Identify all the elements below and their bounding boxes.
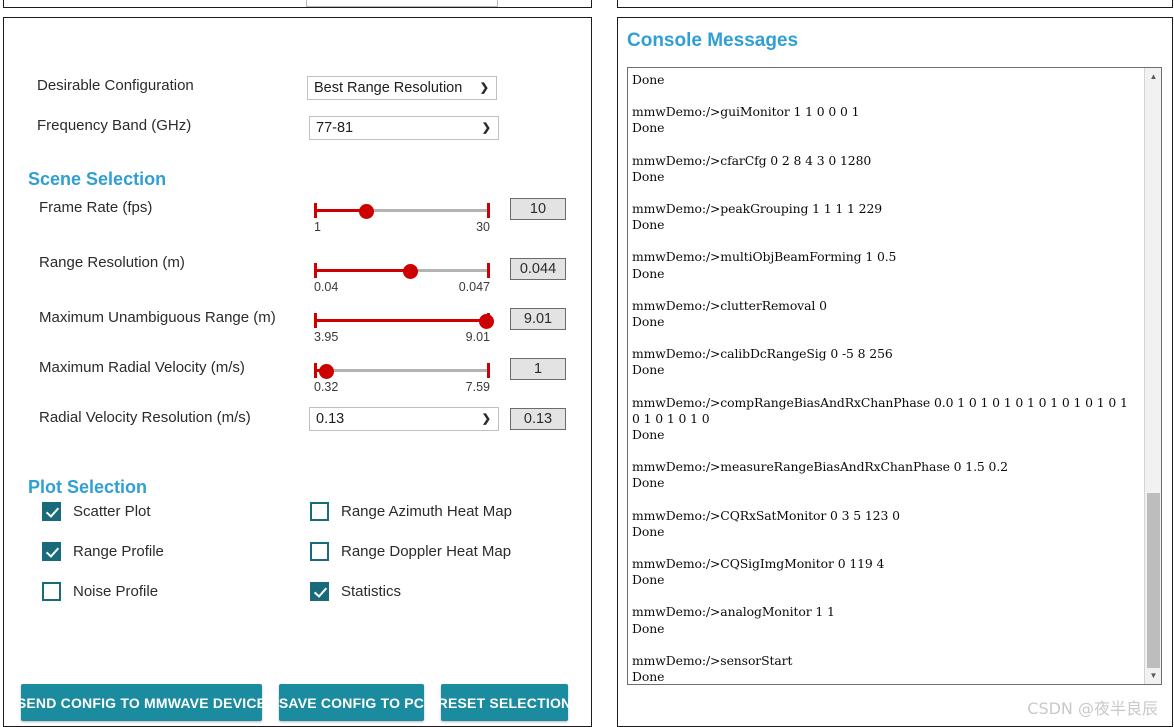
frequency-band-label: Frequency Band (GHz) (37, 117, 192, 134)
slider-min-cap (314, 363, 317, 378)
radial-velocity-resolution-value: 0.13 (510, 408, 566, 430)
reset-selection-button[interactable]: RESET SELECTION (438, 684, 571, 721)
app-window: Desirable Configuration Best Range Resol… (0, 0, 1174, 727)
top-cutoff-select[interactable] (306, 0, 498, 7)
console-line-block: mmwDemo:/>measureRangeBiasAndRxChanPhase… (632, 459, 1008, 491)
frame-rate-slider[interactable]: 1 30 (314, 198, 490, 234)
console-line-block: Done (632, 72, 665, 87)
slider-max-cap (487, 203, 490, 218)
slider-max-label: 9.01 (465, 330, 490, 344)
checkbox-statistics[interactable]: Statistics (310, 582, 401, 601)
console-scrollbar[interactable]: ▲ ▼ (1144, 68, 1161, 684)
console-line-block: mmwDemo:/>CQRxSatMonitor 0 3 5 123 0 Don… (632, 507, 900, 539)
configuration-panel: Desirable Configuration Best Range Resol… (3, 17, 592, 727)
checkbox-label: Noise Profile (73, 583, 159, 600)
desirable-configuration-value: Best Range Resolution (314, 80, 463, 96)
slider-handle[interactable] (403, 263, 419, 279)
console-output-text: Done mmwDemo:/>guiMonitor 1 1 0 0 0 1 Don… (632, 72, 1137, 685)
console-line-block: mmwDemo:/>compRangeBiasAndRxChanPhase 0.… (632, 394, 1128, 443)
top-cutoff-panel-left (3, 0, 592, 8)
checkbox-label: Statistics (341, 583, 402, 600)
radial-velocity-resolution-selected: 0.13 (316, 411, 345, 427)
watermark: CSDN @夜半良辰 (1027, 699, 1158, 718)
scene-selection-title: Scene Selection (28, 169, 167, 189)
desirable-configuration-label: Desirable Configuration (37, 77, 194, 94)
checkbox-icon[interactable] (310, 502, 329, 521)
slider-handle[interactable] (478, 313, 494, 329)
slider-max-label: 0.047 (458, 280, 490, 294)
range-resolution-slider[interactable]: 0.04 0.047 (314, 258, 490, 294)
slider-handle[interactable] (359, 203, 375, 219)
checkbox-icon[interactable] (310, 542, 329, 561)
slider-fill (314, 319, 487, 322)
checkbox-label: Range Profile (73, 543, 164, 560)
slider-max-cap (487, 363, 490, 378)
slider-handle[interactable] (318, 363, 334, 379)
console-line-block: mmwDemo:/>CQSigImgMonitor 0 119 4 Done (632, 556, 885, 588)
chevron-down-icon: ❯ (479, 82, 489, 94)
console-line-block: mmwDemo:/>multiObjBeamForming 1 0.5 Done (632, 249, 897, 281)
radial-velocity-resolution-label: Radial Velocity Resolution (m/s) (39, 409, 251, 426)
slider-min-label: 1 (314, 220, 321, 234)
console-messages-title: Console Messages (627, 30, 799, 51)
maximum-unambiguous-range-value: 9.01 (510, 308, 566, 330)
frame-rate-value: 10 (510, 198, 566, 220)
console-line-block: mmwDemo:/>cfarCfg 0 2 8 4 3 0 1280 Done (632, 152, 872, 184)
frequency-band-value: 77-81 (316, 120, 354, 136)
checkbox-icon[interactable] (42, 582, 61, 601)
console-line-block: mmwDemo:/>clutterRemoval 0 Done (632, 297, 827, 330)
maximum-unambiguous-range-slider[interactable]: 3.95 9.01 (314, 308, 494, 344)
console-panel: Console Messages Done mmwDemo:/>guiMonito… (617, 17, 1173, 727)
maximum-unambiguous-range-label: Maximum Unambiguous Range (m) (39, 309, 276, 326)
checkbox-scatter-plot[interactable]: Scatter Plot (42, 502, 151, 521)
maximum-radial-velocity-slider[interactable]: 0.32 7.59 (314, 358, 490, 394)
frame-rate-label: Frame Rate (fps) (39, 199, 153, 216)
top-cutoff-panel-right (617, 0, 1173, 8)
slider-track (314, 369, 490, 372)
checkbox-icon[interactable] (42, 542, 61, 561)
slider-min-cap (314, 263, 317, 278)
chevron-down-icon: ❯ (481, 122, 491, 134)
scroll-up-arrow-icon[interactable]: ▲ (1145, 68, 1161, 85)
scrollbar-thumb[interactable] (1147, 493, 1160, 668)
slider-min-cap (314, 313, 317, 328)
checkbox-noise-profile[interactable]: Noise Profile (42, 582, 158, 601)
slider-max-cap (487, 263, 490, 278)
slider-min-label: 3.95 (314, 330, 339, 344)
console-line-block: mmwDemo:/>calibDcRangeSig 0 -5 8 256 Don… (632, 346, 893, 378)
save-config-to-pc-button[interactable]: SAVE CONFIG TO PC (279, 684, 424, 721)
range-resolution-label: Range Resolution (m) (39, 254, 185, 271)
frequency-band-select[interactable]: 77-81 ❯ (309, 116, 499, 140)
checkbox-label: Range Azimuth Heat Map (341, 503, 512, 520)
console-line-block: mmwDemo:/>peakGrouping 1 1 1 1 229 Done (632, 201, 883, 233)
checkbox-icon[interactable] (42, 502, 61, 521)
checkbox-range-azimuth-heat-map[interactable]: Range Azimuth Heat Map (310, 502, 512, 521)
range-resolution-value: 0.044 (510, 258, 566, 280)
console-line-block: mmwDemo:/>analogMonitor 1 1 Done (632, 604, 835, 636)
chevron-down-icon: ❯ (481, 413, 491, 425)
slider-max-label: 7.59 (465, 380, 490, 394)
console-output-box[interactable]: Done mmwDemo:/>guiMonitor 1 1 0 0 0 1 Don… (627, 67, 1162, 685)
plot-selection-title: Plot Selection (28, 477, 148, 497)
maximum-radial-velocity-value: 1 (510, 358, 566, 380)
console-line-block: mmwDemo:/>sensorStart Done (632, 652, 793, 685)
desirable-configuration-select[interactable]: Best Range Resolution ❯ (307, 76, 497, 100)
checkbox-range-profile[interactable]: Range Profile (42, 542, 164, 561)
checkbox-range-doppler-heat-map[interactable]: Range Doppler Heat Map (310, 542, 511, 561)
radial-velocity-resolution-select[interactable]: 0.13 ❯ (309, 407, 499, 431)
checkbox-icon[interactable] (310, 582, 329, 601)
slider-fill (314, 269, 411, 272)
console-line-block: mmwDemo:/>guiMonitor 1 1 0 0 0 1 Done (632, 104, 860, 136)
slider-min-label: 0.32 (314, 380, 339, 394)
checkbox-label: Scatter Plot (73, 503, 151, 520)
scroll-down-arrow-icon[interactable]: ▼ (1145, 667, 1161, 684)
maximum-radial-velocity-label: Maximum Radial Velocity (m/s) (39, 359, 245, 376)
checkbox-label: Range Doppler Heat Map (341, 543, 512, 560)
send-config-to-mmwave-device-button[interactable]: SEND CONFIG TO MMWAVE DEVICE (17, 684, 266, 721)
slider-min-label: 0.04 (314, 280, 339, 294)
slider-max-label: 30 (476, 220, 490, 234)
slider-min-cap (314, 203, 317, 218)
